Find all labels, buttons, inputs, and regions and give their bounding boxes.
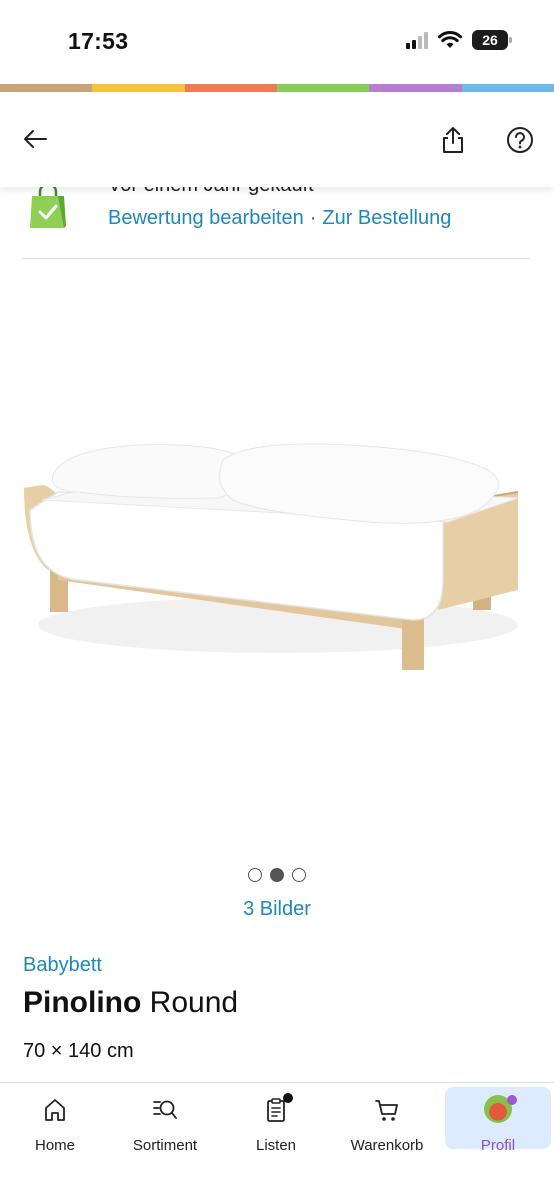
product-image[interactable] <box>18 430 524 680</box>
cart-icon <box>375 1100 398 1121</box>
nav-sortiment[interactable]: Sortiment <box>112 1087 218 1154</box>
product-name: Round <box>149 986 239 1019</box>
brand-color-strip <box>0 84 554 92</box>
purchase-links: Bewertung bearbeiten · Zur Bestellung <box>108 207 451 230</box>
edit-review-link[interactable]: Bewertung bearbeiten <box>108 207 304 229</box>
image-count-link[interactable]: 3 Bilder <box>0 898 554 921</box>
shopping-bag-check-icon <box>30 184 66 228</box>
help-icon[interactable] <box>506 126 534 154</box>
order-link[interactable]: Zur Bestellung <box>322 207 451 229</box>
product-category[interactable]: Babybett <box>23 954 102 977</box>
strip-segment <box>0 84 93 92</box>
status-time: 17:53 <box>68 28 129 54</box>
status-bar: 17:53 26 <box>0 0 554 84</box>
pager-dot-active[interactable] <box>270 868 284 882</box>
app-header <box>0 92 554 187</box>
notification-dot <box>507 1095 517 1105</box>
notification-dot <box>283 1093 293 1103</box>
home-icon <box>45 1099 65 1121</box>
strip-segment <box>461 84 554 92</box>
product-title: Pinolino Round <box>23 986 238 1020</box>
nav-listen[interactable]: Listen <box>223 1087 329 1154</box>
image-pager <box>0 868 554 882</box>
signal-icon <box>406 31 428 49</box>
nav-listen-label: Listen <box>255 1137 297 1154</box>
product-brand: Pinolino <box>23 986 142 1019</box>
nav-profil[interactable]: Profil <box>445 1087 551 1154</box>
link-separator: · <box>309 207 317 229</box>
strip-segment <box>92 84 185 92</box>
bottom-navigation: Home Sortiment Listen Warenkorb Profil <box>0 1082 554 1200</box>
nav-warenkorb[interactable]: Warenkorb <box>334 1087 440 1154</box>
share-icon[interactable] <box>440 126 466 154</box>
nav-home-label: Home <box>34 1137 75 1154</box>
pager-dot[interactable] <box>248 868 262 882</box>
nav-profil-label: Profil <box>480 1137 516 1154</box>
status-icons: 26 <box>406 30 512 50</box>
strip-segment <box>276 84 370 92</box>
product-size: 70 × 140 cm <box>23 1040 134 1062</box>
strip-segment <box>184 84 277 92</box>
section-divider <box>22 258 530 259</box>
wifi-icon <box>438 31 462 48</box>
arrow-left-icon[interactable] <box>22 126 48 152</box>
nav-sortiment-label: Sortiment <box>132 1137 198 1154</box>
nav-home[interactable]: Home <box>2 1087 108 1154</box>
strip-segment <box>369 84 462 92</box>
battery-icon: 26 <box>472 30 512 50</box>
pager-dot[interactable] <box>292 868 306 882</box>
search-list-icon <box>153 1100 177 1119</box>
nav-warenkorb-label: Warenkorb <box>350 1137 424 1154</box>
